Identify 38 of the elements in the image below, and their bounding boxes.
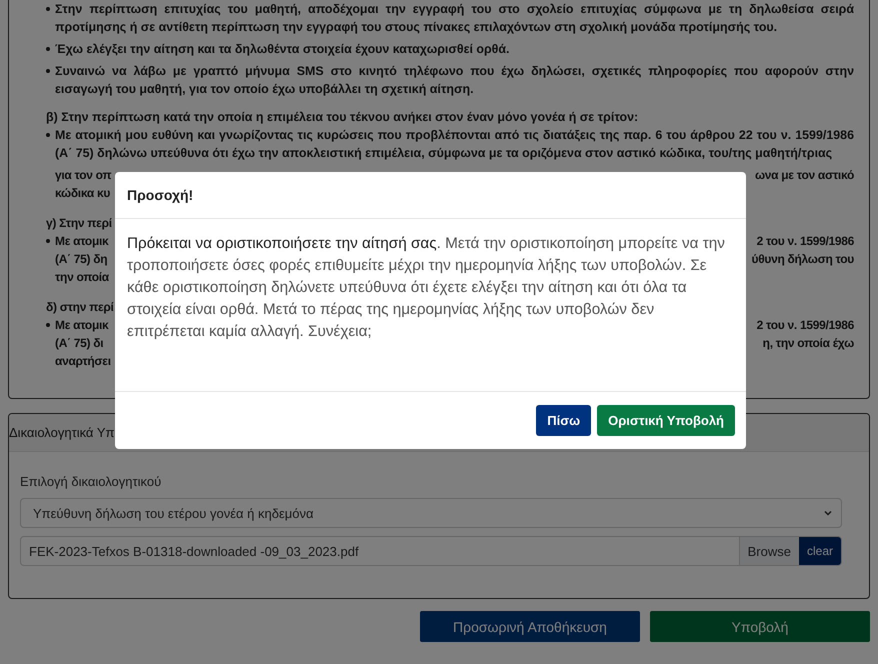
declaration-text: ύθυνη δήλωση του (752, 252, 854, 266)
declaration-text: 2 του ν. 1599/1986 (756, 318, 854, 332)
declaration-text: Με ατομικ (55, 234, 108, 248)
save-draft-button[interactable]: Προσωρινή Αποθήκευση (420, 611, 640, 642)
declaration-text: κώδικα κυ (55, 186, 110, 200)
bullet-icon (46, 133, 50, 137)
declaration-text: 2 του ν. 1599/1986 (756, 234, 854, 248)
chevron-down-icon (823, 508, 833, 518)
declaration-text: Συναινώ να λάβω με γραπτό μήνυμα SMS στο κινητό τηλέφωνο που έχω δηλώσει, σχετικές πληροφορίες που αφορούν στην εισαγωγή του μαθητή, για τον οποίο έχω υποβάλλει τη σχετική αίτηση. (55, 63, 854, 98)
declaration-text: (Α΄ 75) δη (55, 252, 108, 266)
declaration-text: Με ατομικ (55, 318, 108, 332)
file-input[interactable]: FEK-2023-Tefxos B-01318-downloaded -09_03_2023.pdf Browse clear (20, 536, 842, 566)
section-heading: γ) Στην περί (46, 215, 112, 232)
dialog-title: Προσοχή! (127, 187, 194, 203)
submit-button[interactable]: Υποβολή (650, 611, 870, 642)
declaration-text: Με ατομική μου ευθύνη και γνωρίζοντας τις κυρώσεις που προβλέπονται από τις διατάξεις της παρ. 6 του άρθρου 22 του ν. 1599/1986 (Α΄ 75) δηλώνω υπεύθυνα ότι έχω την αποκλειστική επιμέλεια, σύμφωνα με τα οριζόμενα στον αστικό κώδικα, του/της μαθητή/τριας (55, 127, 854, 162)
bullet-icon (46, 323, 50, 327)
final-submit-button[interactable]: Οριστική Υποβολή (597, 405, 735, 436)
declaration-text: Στην περίπτωση επιτυχίας του μαθητή, αποδέχομαι την εγγραφή του στο σχολείο επιτυχίας σύμφωνα με τη δηλωθείσα σειρά προτίμησης ή σε αντίθετη περίπτωση την εγγραφή του στους πίνακες επιλαχόντων στη σχολική μονάδα προτίμησής του. (55, 1, 854, 36)
declaration-text: (Α΄ 75) δι (55, 336, 104, 350)
declaration-text: την οποία (55, 270, 109, 284)
declaration-text: ωνα με τον αστικό (754, 168, 854, 182)
section-heading: δ) στην περί (46, 299, 114, 316)
bullet-icon (46, 47, 50, 51)
clear-button[interactable]: clear (798, 537, 841, 565)
section-heading: β) Στην περίπτωση κατά την οποία η επιμέλεια του τέκνου ανήκει στον έναν μόνο γονέα ή σε τρίτον: (46, 109, 640, 126)
declaration-text: αναρτήσει (55, 354, 111, 368)
select-label: Επιλογή δικαιολογητικού (20, 474, 162, 489)
dialog-message: Πρόκειται να οριστικοποιήσετε την αίτησή σας. Μετά την οριστικοποίηση μπορείτε να την τροποποιήσετε όσες φορές επιθυμείτε μέχρι την ημερομηνία λήξης των υποβολών. Σε κάθε οριστικοποίηση δηλώνετε υπεύθυνα ότι έχετε ελέγξει την αίτηση και ότι όλα τα στοιχεία είναι ορθά. Μετά το πέρας της ημερομηνίας λήξης των υποβολών δεν επιτρέπεται καμία αλλαγή. Συνέχεια; (127, 234, 726, 342)
bullet-icon (46, 239, 50, 243)
declaration-text: Έχω ελέγξει την αίτηση και τα δηλωθέντα στοιχεία έχουν καταχωρισθεί ορθά. (55, 41, 511, 58)
document-select[interactable]: Υπεύθυνη δήλωση του ετέρου γονέα ή κηδεμόνα (20, 498, 842, 528)
declaration-text: η, την οποία έχω (762, 336, 854, 350)
bullet-icon (46, 69, 50, 73)
declaration-text: για τον οπ (55, 168, 112, 182)
back-button[interactable]: Πίσω (536, 405, 592, 436)
bullet-icon (46, 7, 50, 11)
browse-button[interactable]: Browse (738, 537, 799, 565)
